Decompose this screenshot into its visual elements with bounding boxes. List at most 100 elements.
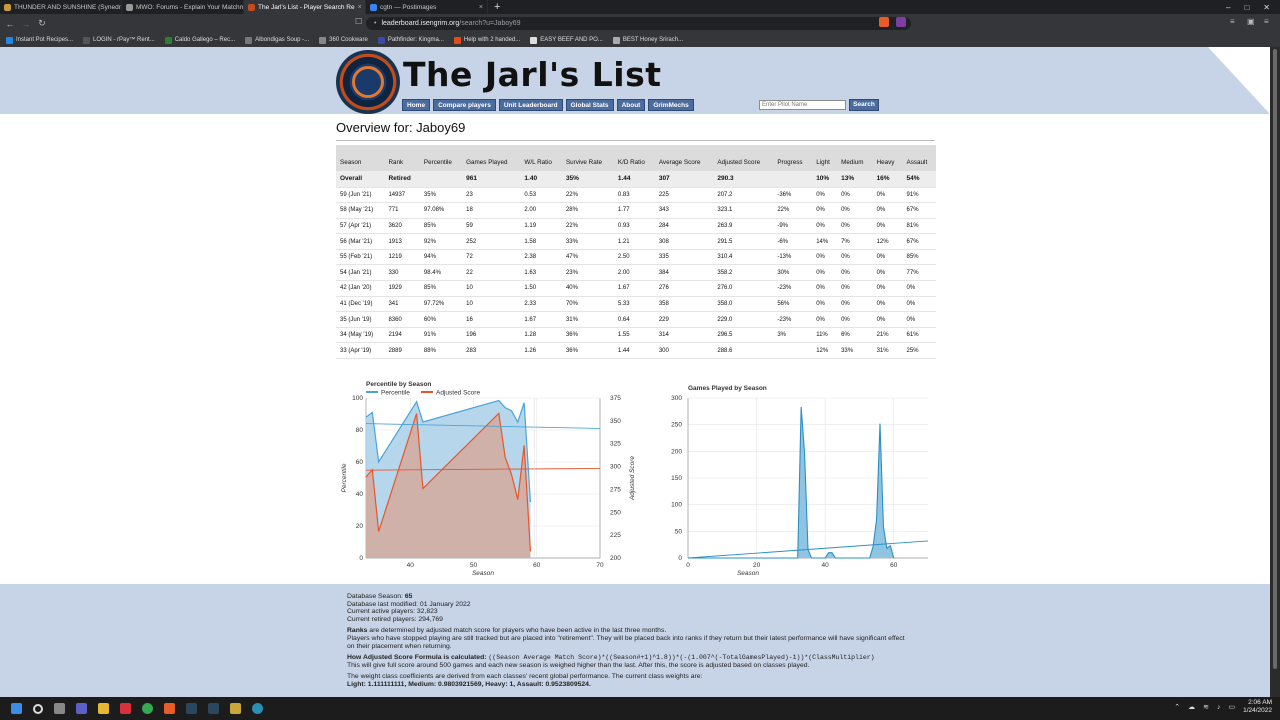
table-cell: 1.44 — [613, 171, 655, 188]
jarls-list-logo[interactable] — [336, 50, 400, 114]
new-tab-button[interactable]: + — [494, 1, 500, 13]
bookmark-item[interactable]: LOGIN - rPay™ Rent... — [83, 36, 155, 44]
clock[interactable]: 2:06 AM 1/24/2022 — [1243, 699, 1272, 715]
table-cell: 42 (Jan '20) — [336, 280, 385, 297]
nav-home[interactable]: Home — [402, 99, 431, 111]
table-cell: 343 — [654, 202, 714, 219]
wifi-icon[interactable]: ≋ — [1203, 703, 1209, 711]
bookmark-item[interactable]: EASY BEEF AND PO... — [530, 36, 603, 44]
battery-icon[interactable]: ▭ — [1228, 703, 1235, 711]
close-icon[interactable]: ✕ — [1263, 3, 1270, 12]
table-cell: 2.38 — [520, 249, 562, 266]
table-cell: 67% — [902, 233, 936, 250]
table-cell: 10 — [462, 296, 521, 313]
column-header[interactable]: Percentile — [419, 145, 463, 171]
table-cell: 1.63 — [520, 264, 562, 282]
table-cell: 0% — [837, 264, 873, 282]
column-header[interactable]: Average Score — [654, 145, 714, 171]
column-header[interactable]: Season — [336, 145, 385, 171]
column-header[interactable]: Rank — [384, 145, 420, 171]
column-header[interactable]: Progress — [773, 145, 813, 171]
table-cell: 10 — [462, 280, 521, 297]
nav-compare-players[interactable]: Compare players — [433, 99, 496, 111]
column-header[interactable]: K/D Ratio — [613, 145, 655, 171]
reading-list-icon[interactable]: ≡ — [1230, 17, 1235, 26]
table-cell: 13% — [837, 171, 873, 188]
y-tick-label: 60 — [356, 459, 364, 466]
column-header[interactable]: Adjusted Score — [713, 145, 774, 171]
bookmark-label: Caldo Gallego – Rec... — [174, 37, 236, 43]
season-stats-table: Season Rank Percentile Games Played W/L Rati… — [336, 145, 936, 360]
table-row: 33 (Apr '19) 2889 88% 283 1.26 36% 1.44 300 288.… — [336, 342, 936, 360]
column-header[interactable]: Light — [812, 145, 838, 171]
close-tab-icon[interactable]: × — [476, 4, 483, 11]
nav-about[interactable]: About — [616, 99, 646, 111]
column-header[interactable]: W/L Ratio — [520, 145, 562, 171]
pilot-search-input[interactable]: Enter Pilot Name — [759, 100, 846, 110]
bookmark-item[interactable]: Help with 2 handed... — [453, 36, 520, 44]
chevron-up-icon[interactable]: ⌃ — [1174, 703, 1180, 711]
table-cell: -6% — [773, 233, 813, 250]
column-header[interactable]: Games Played — [462, 145, 521, 171]
table-cell: 358 — [654, 296, 714, 313]
column-header[interactable]: Heavy — [872, 145, 903, 171]
bookmark-item[interactable]: Caldo Gallego – Rec... — [164, 36, 236, 44]
address-bar[interactable]: • leaderboard.isengrim.org/search?u=Jabo… — [366, 17, 911, 30]
bookmark-item[interactable]: Albondigas Soup -... — [245, 36, 309, 44]
browser-tab[interactable]: THUNDER AND SUNSHINE (Synedrion× — [0, 0, 122, 14]
table-cell: 310.4 — [713, 249, 774, 266]
minimize-icon[interactable]: – — [1226, 3, 1230, 12]
nav-grimmechs[interactable]: GrimMechs — [648, 99, 694, 111]
scrollbar-thumb[interactable] — [1273, 49, 1277, 669]
bookmark-item[interactable]: Pathfinder: Kingma... — [377, 36, 444, 44]
tab-strip: THUNDER AND SUNSHINE (Synedrion×MWO: For… — [0, 0, 1280, 14]
nav-unit-leaderboard[interactable]: Unit Leaderboard — [498, 99, 563, 111]
bookmark-icon[interactable]: ☐ — [355, 17, 362, 26]
task-view-icon[interactable] — [54, 703, 65, 714]
search-icon[interactable] — [33, 703, 43, 714]
bookmark-item[interactable]: Instant Pot Recipes... — [6, 36, 73, 44]
table-cell: 300 — [654, 342, 714, 360]
table-cell: 296.5 — [713, 327, 774, 344]
close-tab-icon[interactable]: × — [355, 4, 362, 11]
browser-tab[interactable]: cgtn — Postimages × — [366, 0, 488, 14]
steam-2-icon[interactable] — [208, 703, 219, 714]
steam-icon[interactable] — [186, 703, 197, 714]
table-cell: 0% — [837, 280, 873, 297]
brave-icon[interactable] — [164, 703, 175, 714]
windows-start-icon[interactable] — [11, 703, 22, 714]
page-title: Overview for: Jaboy69 — [336, 120, 466, 135]
game-icon[interactable] — [230, 703, 241, 714]
forward-icon[interactable]: → — [18, 19, 34, 29]
table-cell: 0% — [872, 218, 903, 235]
page-scrollbar[interactable] — [1270, 47, 1280, 697]
browser-tab[interactable]: The Jarl's List - Player Search Re × — [244, 0, 366, 14]
chrome-icon[interactable] — [142, 703, 153, 714]
bookmark-item[interactable]: 360 Cookware — [319, 36, 368, 44]
brave-shields-icon[interactable] — [879, 17, 889, 27]
search-button[interactable]: Search — [849, 99, 879, 111]
globe-icon[interactable] — [252, 703, 263, 714]
column-header[interactable]: Assault — [902, 145, 936, 171]
table-cell: 40% — [561, 280, 614, 297]
cloud-icon[interactable]: ☁ — [1188, 703, 1195, 711]
column-header[interactable]: Survive Rate — [561, 145, 614, 171]
overall-row: Overall Retired 961 1.40 35% 1.44 307 290.3 10% 1… — [336, 171, 936, 188]
back-icon[interactable]: ← — [2, 19, 18, 29]
bookmark-item[interactable]: BEST Honey Srirach... — [612, 36, 683, 44]
app-red-icon[interactable] — [120, 703, 131, 714]
nav-global-stats[interactable]: Global Stats — [565, 99, 614, 111]
table-cell: 1.44 — [613, 342, 655, 360]
file-explorer-icon[interactable] — [98, 703, 109, 714]
menu-icon[interactable]: ≡ — [1264, 17, 1269, 26]
maximize-icon[interactable]: □ — [1244, 3, 1249, 12]
teams-icon[interactable] — [76, 703, 87, 714]
reload-icon[interactable]: ↻ — [34, 18, 50, 29]
wallet-icon[interactable]: ▣ — [1247, 17, 1255, 26]
bookmark-favicon-icon — [83, 36, 91, 44]
column-header[interactable]: Medium — [837, 145, 873, 171]
brave-rewards-icon[interactable] — [896, 17, 906, 27]
browser-tab[interactable]: MWO: Forums - Explain Your Matchm× — [122, 0, 244, 14]
series-line — [688, 407, 895, 559]
volume-icon[interactable]: ♪ — [1217, 704, 1221, 711]
